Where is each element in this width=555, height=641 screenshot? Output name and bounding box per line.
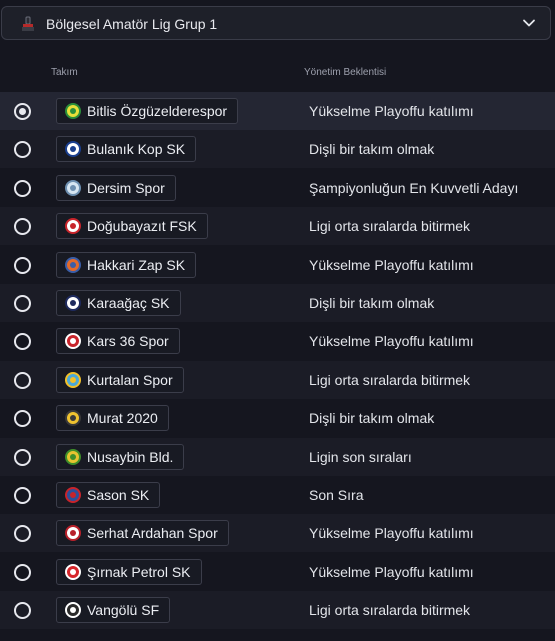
team-name: Kars 36 Spor [87,333,169,350]
team-name: Hakkari Zap SK [87,256,186,273]
team-name: Nusaybin Bld. [87,448,174,465]
team-radio-button[interactable] [14,179,31,197]
team-row[interactable]: Murat 2020 Dişli bir takım olmak [0,399,555,437]
board-expectation: Ligi orta sıralarda bitirmek [309,218,471,235]
team-name: Sason SK [87,487,150,503]
team-name: Vangölü SF [87,602,160,619]
team-name: Şırnak Petrol SK [87,563,191,580]
team-crest-icon [65,602,81,619]
team-crest-icon [65,448,81,465]
team-link[interactable]: Doğubayazıt FSK [56,213,208,240]
board-expectation: Dişli bir takım olmak [309,295,435,311]
chevron-down-icon[interactable] [522,16,536,30]
team-radio-button[interactable] [14,448,31,466]
team-name: Bitlis Özgüzelderespor [87,103,228,119]
board-expectation: Yükselme Playoffu katılımı [309,256,474,273]
team-radio-button[interactable] [14,256,31,274]
team-link[interactable]: Bitlis Özgüzelderespor [56,98,239,124]
team-radio-button[interactable] [14,525,31,543]
board-expectation: Son Sıra [309,487,364,503]
team-row[interactable]: Nusaybin Bld. Ligin son sıraları [0,437,555,476]
board-expectation: Yükselme Playoffu katılımı [309,563,474,580]
team-link[interactable]: Bulanık Kop SK [56,136,197,163]
team-link[interactable]: Dersim Spor [56,174,176,201]
team-name: Doğubayazıt FSK [87,218,197,235]
team-link[interactable]: Murat 2020 [56,405,169,432]
team-link[interactable]: Karaağaç SK [56,290,181,316]
team-row[interactable]: Serhat Ardahan Spor Yükselme Playoffu kat… [0,514,555,553]
team-row[interactable]: Kars 36 Spor Yükselme Playoffu katılımı [0,322,555,360]
team-row[interactable]: Bulanık Kop SK Dişli bir takım olmak [0,130,555,169]
team-crest-icon [65,333,81,350]
team-radio-button[interactable] [14,410,31,428]
board-expectation: Ligin son sıraları [309,448,412,465]
team-radio-button[interactable] [14,602,31,620]
team-radio-button[interactable] [14,563,31,581]
team-link[interactable]: Hakkari Zap SK [56,251,197,278]
board-expectation: Dişli bir takım olmak [309,141,435,158]
column-header-team[interactable]: Takım [51,67,78,78]
league-name: Bölgesel Amatör Lig Grup 1 [46,16,218,32]
team-row[interactable]: Bitlis Özgüzelderespor Yükselme Playoffu … [0,92,555,130]
board-expectation: Dişli bir takım olmak [309,410,435,427]
team-crest-icon [65,295,81,311]
team-radio-button[interactable] [14,218,31,236]
team-row[interactable]: Sason SK Son Sıra [0,476,555,514]
team-name: Kurtalan Spor [87,371,173,388]
team-crest-icon [65,525,81,542]
board-expectation: Yükselme Playoffu katılımı [309,103,474,119]
team-radio-button[interactable] [14,103,31,120]
column-header-expectation[interactable]: Yönetim Beklentisi [304,67,386,78]
league-dropdown[interactable]: Bölgesel Amatör Lig Grup 1 [1,6,551,40]
board-expectation: Yükselme Playoffu katılımı [309,525,474,542]
team-crest-icon [65,141,81,158]
team-crest-icon [65,487,81,503]
team-crest-icon [65,103,81,119]
team-crest-icon [65,410,81,427]
team-link[interactable]: Nusaybin Bld. [56,443,185,470]
team-name: Karaağaç SK [87,295,170,311]
board-expectation: Ligi orta sıralarda bitirmek [309,371,471,388]
board-expectation: Yükselme Playoffu katılımı [309,333,474,350]
board-expectation: Şampiyonluğun En Kuvvetli Adayı [309,179,519,196]
team-crest-icon [65,256,81,273]
team-radio-button[interactable] [14,333,31,351]
team-radio-button[interactable] [14,295,31,312]
team-row[interactable]: Şırnak Petrol SK Yükselme Playoffu katılı… [0,553,555,591]
team-link[interactable]: Kurtalan Spor [56,366,184,393]
team-row[interactable]: Kurtalan Spor Ligi orta sıralarda bitirme… [0,360,555,399]
team-name: Murat 2020 [87,410,158,427]
team-crest-icon [65,563,81,580]
team-link[interactable]: Serhat Ardahan Spor [56,520,229,547]
team-crest-icon [65,371,81,388]
team-crest-icon [65,218,81,235]
team-radio-button[interactable] [14,487,31,504]
team-name: Dersim Spor [87,179,165,196]
team-radio-button[interactable] [14,141,31,159]
team-link[interactable]: Sason SK [56,482,161,508]
team-name: Bulanık Kop SK [87,141,186,158]
team-crest-icon [65,179,81,196]
team-link[interactable]: Kars 36 Spor [56,328,180,355]
team-row[interactable]: Doğubayazıt FSK Ligi orta sıralarda bitir… [0,207,555,246]
team-radio-button[interactable] [14,371,31,389]
team-row[interactable]: Vangölü SF Ligi orta sıralarda bitirmek [0,591,555,630]
trophy-icon [22,16,34,31]
team-row[interactable]: Karaağaç SK Dişli bir takım olmak [0,284,555,322]
team-name: Serhat Ardahan Spor [87,525,218,542]
team-row[interactable]: Dersim Spor Şampiyonluğun En Kuvvetli Ada… [0,169,555,207]
team-row[interactable]: Hakkari Zap SK Yükselme Playoffu katılımı [0,246,555,284]
team-link[interactable]: Şırnak Petrol SK [56,558,202,585]
team-link[interactable]: Vangölü SF [56,597,171,624]
board-expectation: Ligi orta sıralarda bitirmek [309,602,471,619]
radio-selected-dot [19,108,26,115]
